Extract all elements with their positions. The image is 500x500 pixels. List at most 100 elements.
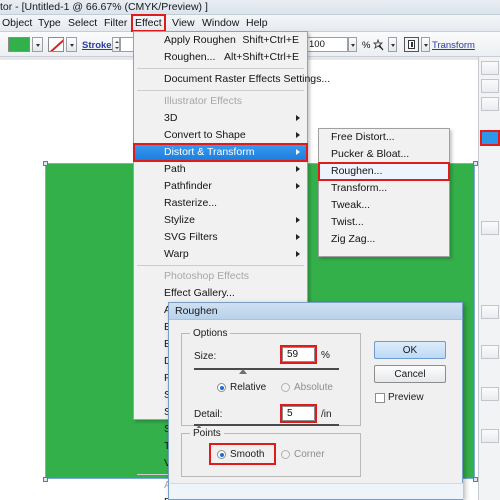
panel-tab-7[interactable] [481, 345, 499, 359]
menu-object[interactable]: Object [2, 17, 32, 30]
size-slider-thumb[interactable] [239, 369, 247, 374]
dialog-title: Roughen [169, 303, 462, 320]
menu-item-roughen[interactable]: Roughen... Alt+Shift+Ctrl+E [134, 49, 307, 66]
absolute-radio[interactable] [281, 383, 290, 392]
brush-style-flyout-icon[interactable] [388, 37, 397, 52]
selection-handle-bottom-left[interactable] [43, 477, 48, 482]
opacity-input[interactable]: 100 [305, 37, 348, 52]
menu-view[interactable]: View [172, 17, 195, 30]
no-stroke-swatch[interactable] [48, 37, 64, 52]
brush-style-icon[interactable] [372, 38, 385, 51]
relative-label[interactable]: Relative [230, 382, 266, 393]
panel-tab-9[interactable] [481, 429, 499, 443]
align-flyout-icon[interactable] [421, 37, 430, 52]
smooth-label[interactable]: Smooth [230, 449, 264, 460]
menu-item-document-raster-effects-settings[interactable]: Document Raster Effects Settings... [134, 71, 330, 88]
menu-item-label: Roughen... [164, 51, 216, 63]
options-group-label: Options [190, 328, 231, 339]
submenu-item-label: Free Distort... [331, 131, 395, 143]
panel-tab-5[interactable] [481, 221, 499, 235]
menu-item-label: Apply Roughen [164, 34, 236, 46]
detail-input[interactable]: 5 [280, 404, 317, 423]
opacity-flyout-icon[interactable] [348, 37, 357, 52]
right-panel-strip [478, 57, 500, 500]
window-title: tor - [Untitled-1 @ 66.67% (CMYK/Preview… [0, 1, 208, 13]
menu-item-label: Effect Gallery... [164, 287, 235, 299]
menu-header-photoshop-effects: Photoshop Effects [134, 268, 307, 285]
size-input[interactable]: 59 [280, 345, 317, 364]
menu-item-shortcut: Alt+Shift+Ctrl+E [224, 51, 299, 63]
menu-item-convert-to-shape[interactable]: Convert to Shape [134, 127, 307, 144]
chevron-right-icon [296, 251, 300, 257]
chevron-right-icon [296, 132, 300, 138]
corner-radio[interactable] [281, 450, 290, 459]
size-slider-track[interactable] [194, 368, 339, 370]
preview-label[interactable]: Preview [388, 392, 424, 403]
menu-item-warp[interactable]: Warp [134, 246, 307, 263]
submenu-item-label: Tweak... [331, 199, 371, 211]
menu-item-3d[interactable]: 3D [134, 110, 307, 127]
panel-tab-6[interactable] [481, 305, 499, 319]
chevron-right-icon [296, 166, 300, 172]
illustrator-window: tor - [Untitled-1 @ 66.67% (CMYK/Preview… [0, 0, 500, 500]
smooth-radio[interactable] [217, 450, 226, 459]
menu-separator [137, 265, 304, 266]
submenu-item-transform[interactable]: Transform... [319, 180, 449, 197]
panel-tab-1[interactable] [481, 61, 499, 75]
menu-item-distort-and-transform[interactable]: Distort & Transform [133, 143, 308, 162]
chevron-right-icon [296, 217, 300, 223]
menu-item-stylize-illustrator[interactable]: Stylize [134, 212, 307, 229]
menu-item-svg-filters[interactable]: SVG Filters [134, 229, 307, 246]
chevron-right-icon [296, 183, 300, 189]
submenu-item-tweak[interactable]: Tweak... [319, 197, 449, 214]
title-bar: tor - [Untitled-1 @ 66.67% (CMYK/Preview… [0, 0, 500, 15]
stroke-label[interactable]: Stroke: [82, 40, 115, 51]
cancel-button[interactable]: Cancel [374, 365, 446, 383]
selection-handle-top-left[interactable] [43, 161, 48, 166]
transform-link[interactable]: Transform [432, 40, 475, 51]
ok-button[interactable]: OK [374, 341, 446, 359]
menu-item-label: Convert to Shape [164, 129, 246, 141]
distort-transform-submenu[interactable]: Free Distort... Pucker & Bloat... Roughe… [318, 128, 450, 257]
menu-item-apply-roughen[interactable]: Apply Roughen Shift+Ctrl+E [134, 32, 307, 49]
panel-tab-selected[interactable] [480, 130, 500, 146]
menu-window[interactable]: Window [202, 17, 239, 30]
submenu-item-label: Roughen... [331, 165, 383, 177]
menu-help[interactable]: Help [246, 17, 268, 30]
chevron-right-icon [296, 234, 300, 240]
menu-filter[interactable]: Filter [104, 17, 127, 30]
corner-label[interactable]: Corner [294, 449, 325, 460]
menu-item-rasterize[interactable]: Rasterize... [134, 195, 307, 212]
detail-slider-track[interactable] [194, 424, 339, 426]
menu-header-illustrator-effects: Illustrator Effects [134, 93, 307, 110]
menu-item-pathfinder[interactable]: Pathfinder [134, 178, 307, 195]
preview-checkbox[interactable] [375, 393, 385, 403]
roughen-dialog[interactable]: Roughen Options Size: 59 % Relative Abso… [168, 302, 463, 500]
menu-separator [137, 90, 304, 91]
submenu-item-label: Twist... [331, 216, 364, 228]
menu-type[interactable]: Type [38, 17, 61, 30]
panel-tab-8[interactable] [481, 387, 499, 401]
stroke-weight-stepper[interactable] [112, 37, 120, 52]
size-unit-label: % [321, 350, 330, 361]
submenu-item-pucker-and-bloat[interactable]: Pucker & Bloat... [319, 146, 449, 163]
menu-effect[interactable]: Effect [131, 14, 166, 32]
submenu-item-roughen[interactable]: Roughen... [318, 162, 450, 181]
fill-color-swatch[interactable] [8, 37, 30, 52]
panel-tab-3[interactable] [481, 97, 499, 111]
chevron-right-icon [296, 149, 300, 155]
align-panel-icon[interactable] [404, 37, 419, 52]
relative-radio[interactable] [217, 383, 226, 392]
menu-item-path[interactable]: Path [134, 161, 307, 178]
submenu-item-zig-zag[interactable]: Zig Zag... [319, 231, 449, 248]
menu-item-effect-gallery[interactable]: Effect Gallery... [134, 285, 307, 302]
submenu-item-free-distort[interactable]: Free Distort... [319, 129, 449, 146]
stroke-dropdown-icon[interactable] [66, 37, 77, 52]
fill-dropdown-icon[interactable] [32, 37, 43, 52]
submenu-item-label: Pucker & Bloat... [331, 148, 410, 160]
panel-tab-2[interactable] [481, 79, 499, 93]
absolute-label[interactable]: Absolute [294, 382, 333, 393]
menu-select[interactable]: Select [68, 17, 97, 30]
submenu-item-twist[interactable]: Twist... [319, 214, 449, 231]
dialog-footer [170, 483, 463, 499]
